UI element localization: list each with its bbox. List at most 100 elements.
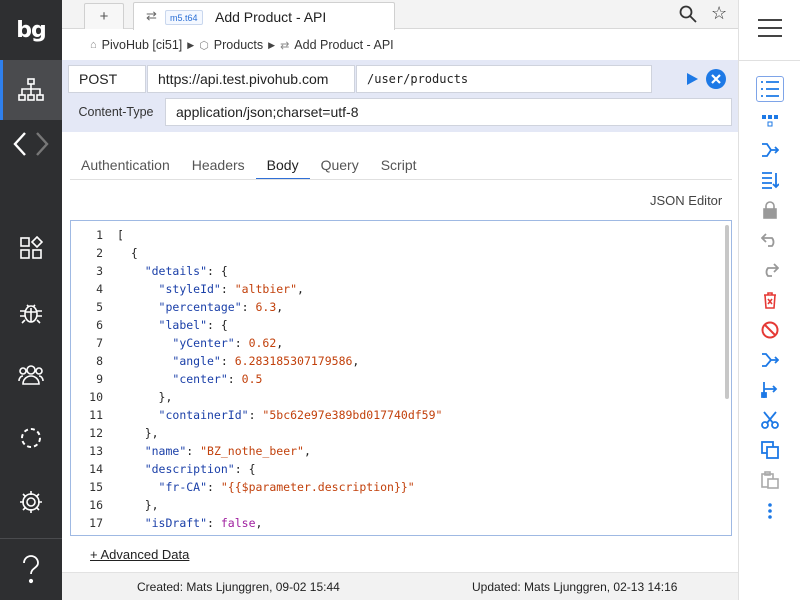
toolbar-divider (739, 60, 800, 61)
line-number: 16 (89, 498, 103, 512)
tab-authentication[interactable]: Authentication (70, 152, 181, 180)
json-editor[interactable]: 1 2 3 4 5 6 7 8 9 10 11 12 13 14 15 16 1… (70, 220, 732, 536)
host-select[interactable]: https://api.test.pivohub.com (147, 65, 355, 93)
tab-headers[interactable]: Headers (181, 152, 256, 180)
request-subtabs: Authentication Headers Body Query Script (70, 152, 428, 180)
list-view-button[interactable] (756, 76, 784, 102)
line-number: 11 (89, 408, 103, 422)
code-line: "angle": 6.283185307179586, (172, 354, 360, 368)
method-select[interactable]: POST (68, 65, 146, 93)
nav-divider (0, 538, 62, 539)
trash-icon (764, 292, 776, 309)
lock-button[interactable] (756, 197, 784, 223)
tab-script[interactable]: Script (370, 152, 428, 180)
tree-icon (762, 115, 778, 127)
run-button[interactable] (684, 70, 700, 88)
nav-users[interactable] (0, 354, 62, 394)
clear-button[interactable] (706, 69, 726, 89)
line-number: 3 (96, 264, 103, 278)
editor-mode-label[interactable]: JSON Editor (650, 193, 722, 208)
nav-sitemap[interactable] (0, 60, 62, 120)
hamburger-menu-icon[interactable] (758, 19, 782, 39)
undo-icon (761, 233, 775, 247)
path-input[interactable]: /user/products (356, 65, 652, 93)
code-line: "fr-CA": "{{$parameter.description}}" (158, 480, 415, 494)
sitemap-icon (18, 78, 44, 101)
code-line: }, (117, 426, 159, 440)
paste-icon (761, 471, 779, 489)
nav-debug[interactable] (0, 292, 62, 332)
lock-icon (763, 201, 777, 219)
line-number: 14 (89, 462, 103, 476)
line-number: 6 (96, 318, 103, 332)
request-bar: POST https://api.test.pivohub.com /user/… (62, 60, 738, 132)
code-line: }, (117, 498, 159, 512)
delete-button[interactable] (756, 287, 784, 313)
editor-scrollbar[interactable] (725, 225, 729, 399)
block-icon (761, 321, 779, 339)
merge-icon (762, 353, 779, 367)
line-number: 4 (96, 282, 103, 296)
breadcrumb-item[interactable]: Products (214, 38, 263, 52)
cube-icon: ⬡ (199, 39, 209, 52)
line-number: 12 (89, 426, 103, 440)
code-line: "name": "BZ_nothe_beer", (144, 444, 311, 458)
nav-help[interactable] (0, 550, 62, 590)
code-line: }, (117, 390, 173, 404)
breadcrumb-separator-icon: ▶ (187, 39, 195, 50)
code-line: "containerId": "5bc62e97e389bd017740df59… (158, 408, 443, 422)
cut-button[interactable] (756, 407, 784, 433)
updated-info: Updated: Mats Ljunggren, 02-13 14:16 (472, 580, 678, 594)
nav-components[interactable] (0, 228, 62, 268)
code-line: "details": { (144, 264, 228, 278)
line-number: 10 (89, 390, 103, 404)
tree-view-button[interactable] (756, 107, 784, 133)
advanced-data-link[interactable]: + Advanced Data (90, 547, 189, 562)
breadcrumb-item[interactable]: PivoHub [ci51] (102, 38, 183, 52)
copy-icon (761, 441, 779, 459)
nav-settings[interactable] (0, 482, 62, 522)
content-type-input[interactable]: application/json;charset=utf-8 (165, 98, 732, 126)
star-icon[interactable]: ☆ (711, 3, 727, 24)
code-line: "yCenter": 0.62, (172, 336, 284, 350)
app-logo[interactable]: bg (0, 0, 62, 60)
breadcrumb: ⌂ PivoHub [ci51] ▶ ⬡ Products ▶ ⇄ Add Pr… (90, 37, 394, 53)
new-tab-button[interactable]: + (84, 3, 124, 29)
code-line: "percentage": 6.3, (158, 300, 284, 314)
tab-body[interactable]: Body (255, 152, 310, 180)
copy-button[interactable] (756, 437, 784, 463)
back-arrow-icon[interactable] (12, 131, 28, 157)
redo-button[interactable] (756, 257, 784, 283)
users-icon (18, 365, 44, 385)
undo-button[interactable] (756, 227, 784, 253)
tab-query[interactable]: Query (310, 152, 370, 180)
sort-button[interactable] (756, 167, 784, 193)
merge-button[interactable] (756, 347, 784, 373)
code-line: "label": { (158, 318, 228, 332)
block-button[interactable] (756, 317, 784, 343)
forward-arrow-icon[interactable] (34, 131, 50, 157)
line-number: 1 (96, 228, 103, 242)
content-type-label: Content-Type (78, 105, 154, 119)
breadcrumb-item[interactable]: Add Product - API (294, 38, 393, 52)
components-icon (20, 236, 43, 259)
code-line: "styleId": "altbier", (158, 282, 304, 296)
line-gutter: 1 2 3 4 5 6 7 8 9 10 11 12 13 14 15 16 1… (71, 221, 111, 535)
branch-button[interactable] (756, 137, 784, 163)
bug-icon (20, 304, 42, 324)
code-line: { (117, 246, 138, 260)
sort-icon (762, 172, 779, 189)
tab-title: Add Product - API (215, 9, 327, 25)
branch-icon (762, 143, 779, 157)
paste-button[interactable] (756, 467, 784, 493)
more-button[interactable] (756, 498, 784, 524)
code-line: "center": 0.5 (172, 372, 263, 386)
right-toolbar (738, 0, 800, 600)
list-icon (761, 81, 779, 97)
help-icon (23, 555, 39, 584)
nav-sync[interactable] (0, 418, 62, 458)
tab-badge: m5.t64 (165, 10, 203, 25)
search-icon[interactable] (679, 5, 697, 23)
tab-active[interactable]: ⇄ m5.t64 Add Product - API (133, 2, 395, 30)
move-button[interactable] (756, 377, 784, 403)
